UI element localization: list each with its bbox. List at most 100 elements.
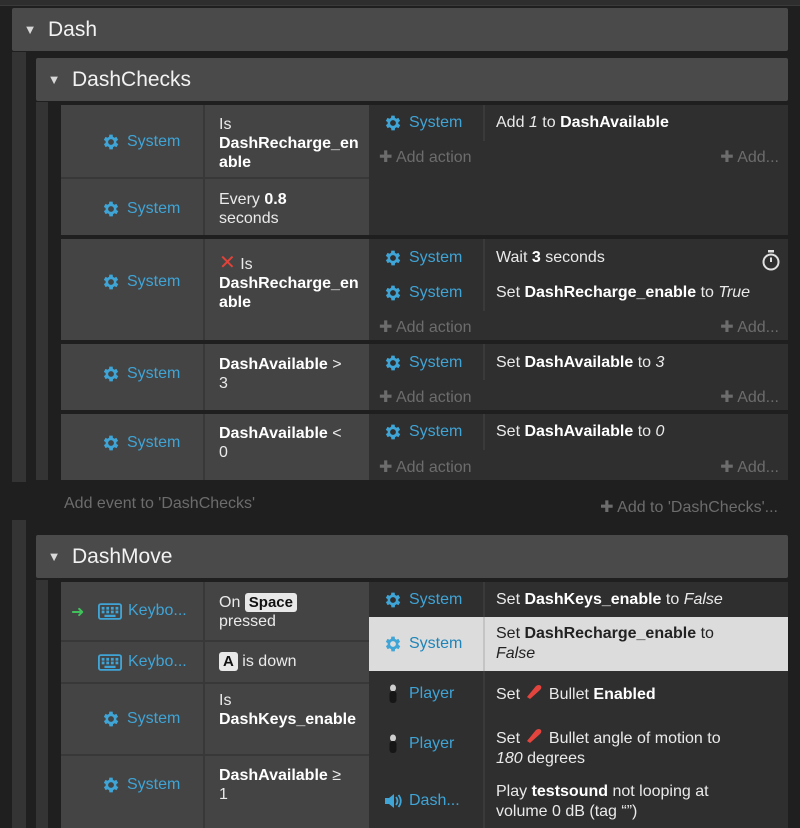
collapse-triangle-icon[interactable]: ▼	[36, 72, 72, 87]
condition-object[interactable]: System	[101, 272, 180, 292]
group-gutter	[12, 52, 26, 482]
group-gutter	[12, 520, 26, 828]
action-text[interactable]: Set Bullet Enabled	[496, 683, 656, 705]
add-more-link[interactable]: ✚ Add...	[701, 147, 779, 167]
text: Is	[219, 692, 232, 709]
value: 0.8	[264, 191, 287, 208]
event-row[interactable]: System DashAvailable > 3 System Set Dash…	[61, 344, 788, 410]
condition-object[interactable]: System	[101, 132, 180, 152]
variable-name: DashRecharge_enable	[524, 625, 697, 642]
key-badge: Space	[244, 593, 297, 612]
add-more-link[interactable]: ✚ Add...	[701, 387, 779, 407]
gear-icon	[101, 272, 121, 292]
action-text[interactable]: Set DashRecharge_enable to False	[496, 624, 776, 664]
condition-object[interactable]: System	[101, 199, 180, 219]
value: 1	[528, 114, 538, 131]
group-title: DashMove	[72, 544, 173, 568]
condition-text[interactable]: Is DashKeys_enable	[219, 691, 364, 729]
add-more-link[interactable]: ✚ Add...	[701, 317, 779, 337]
condition-text[interactable]: Every 0.8 seconds	[219, 190, 364, 228]
event-row[interactable]: ➜ Keybo... On Space pressed Keybo... A i…	[61, 582, 788, 828]
action-object[interactable]: System	[383, 422, 462, 442]
column-divider	[203, 344, 205, 410]
text: to	[700, 284, 714, 301]
event-row[interactable]: System ✕ Is DashRecharge_enable System W…	[61, 239, 788, 340]
object-name: System	[127, 273, 181, 290]
object-name: System	[409, 591, 463, 608]
variable-name: DashKeys_enable	[524, 591, 662, 608]
add-action-link[interactable]: ✚ Add action	[379, 317, 472, 337]
action-object[interactable]: System	[383, 590, 462, 610]
event-row[interactable]: System Is DashRecharge_enable System Eve…	[61, 105, 788, 235]
gear-icon	[383, 283, 403, 303]
condition-text[interactable]: On Space pressed	[219, 593, 364, 631]
condition-text[interactable]: DashAvailable ≥ 1	[219, 766, 364, 804]
key-badge: A	[219, 652, 238, 671]
text: not looping at	[612, 783, 709, 800]
operator: ≥	[332, 767, 342, 784]
condition-object[interactable]: System	[101, 709, 180, 729]
action-object[interactable]: System	[383, 634, 462, 654]
collapse-triangle-icon[interactable]: ▼	[36, 549, 72, 564]
add-to-group-link[interactable]: ✚ Add to 'DashChecks'...	[560, 497, 778, 517]
condition-object[interactable]: System	[101, 364, 180, 384]
condition-object[interactable]: Keybo...	[98, 602, 187, 620]
label: Add action	[395, 319, 472, 336]
gear-icon	[383, 113, 403, 133]
variable-name: DashKeys_enable	[219, 711, 356, 728]
action-text[interactable]: Add 1 to DashAvailable	[496, 113, 669, 133]
action-object[interactable]: Dash...	[383, 792, 460, 810]
group-dashchecks[interactable]: ▼ DashChecks	[36, 58, 788, 101]
event-row[interactable]: System DashAvailable < 0 System Set Dash…	[61, 414, 788, 480]
player-figure-icon	[389, 734, 397, 753]
text: Is	[219, 116, 232, 133]
keyboard-icon	[98, 603, 122, 620]
label: Add to 'DashChecks'...	[617, 499, 778, 516]
object-name: Keybo...	[128, 602, 187, 619]
action-text[interactable]: Set DashRecharge_enable to True	[496, 283, 750, 303]
label: Add...	[737, 319, 779, 336]
condition-text[interactable]: DashAvailable < 0	[219, 424, 364, 462]
add-action-link[interactable]: ✚ Add action	[379, 457, 472, 477]
group-dashmove[interactable]: ▼ DashMove	[36, 535, 788, 578]
subgroup-gutter	[36, 102, 48, 480]
condition-text[interactable]: A is down	[219, 652, 364, 671]
add-action-link[interactable]: ✚ Add action	[379, 387, 472, 407]
keyboard-icon	[98, 654, 122, 671]
text: to	[637, 423, 652, 440]
action-object[interactable]: System	[383, 248, 462, 268]
condition-text[interactable]: Is DashRecharge_enable	[219, 115, 364, 172]
action-object[interactable]: System	[383, 283, 462, 303]
collapse-triangle-icon[interactable]: ▼	[12, 22, 48, 37]
add-event-link[interactable]: Add event to 'DashChecks'	[64, 495, 255, 513]
text: to	[542, 114, 556, 131]
action-row-selected[interactable]: System Set DashRecharge_enable to False	[369, 617, 788, 671]
action-text[interactable]: Play testsound not looping at volume 0 d…	[496, 782, 781, 822]
text: On	[219, 594, 241, 611]
object-name: System	[127, 200, 181, 217]
text: Set	[496, 686, 521, 703]
action-object[interactable]: Player	[383, 733, 454, 755]
action-text[interactable]: Set DashKeys_enable to False	[496, 590, 723, 610]
action-object[interactable]: Player	[383, 683, 454, 705]
group-dash[interactable]: ▼ Dash	[12, 8, 788, 51]
condition-object[interactable]: System	[101, 433, 180, 453]
text: is down	[242, 653, 297, 670]
action-text[interactable]: Wait 3 seconds	[496, 248, 605, 268]
action-object[interactable]: System	[383, 113, 462, 133]
action-text[interactable]: Set DashAvailable to 0	[496, 422, 664, 442]
player-figure-icon	[389, 684, 397, 703]
action-object[interactable]: System	[383, 353, 462, 373]
condition-text[interactable]: ✕ Is DashRecharge_enable	[219, 253, 364, 312]
operator: <	[332, 425, 342, 442]
action-text[interactable]: Set Bullet angle of motion to 180 degree…	[496, 727, 781, 769]
value: 0	[219, 444, 228, 461]
condition-object[interactable]: Keybo...	[98, 653, 187, 671]
action-text[interactable]: Set DashAvailable to 3	[496, 353, 664, 373]
condition-text[interactable]: DashAvailable > 3	[219, 355, 364, 393]
gear-icon	[101, 199, 121, 219]
add-more-link[interactable]: ✚ Add...	[701, 457, 779, 477]
condition-object[interactable]: System	[101, 775, 180, 795]
gear-icon	[101, 709, 121, 729]
add-action-link[interactable]: ✚ Add action	[379, 147, 472, 167]
